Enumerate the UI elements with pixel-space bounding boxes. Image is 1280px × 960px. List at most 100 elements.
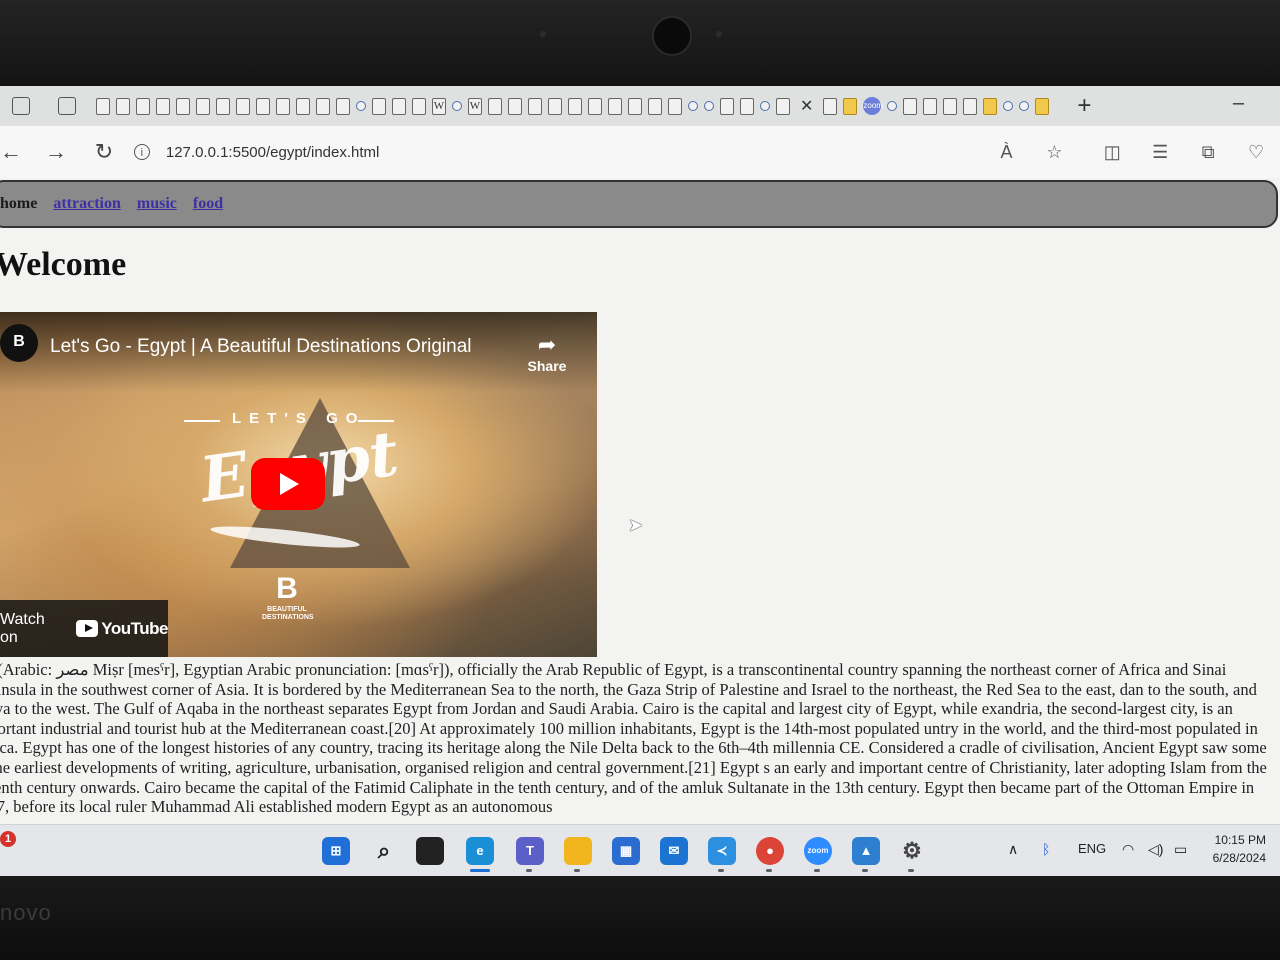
wikipedia-tab-icon[interactable]: W [468,97,482,115]
search-tab-icon[interactable] [688,101,698,111]
tab[interactable] [923,97,938,115]
tab[interactable] [156,97,170,115]
wikipedia-tab-icon[interactable]: W [432,97,446,115]
tab[interactable] [740,97,754,115]
search-icon[interactable]: ⌕ [370,837,398,865]
tab[interactable] [196,97,210,115]
nav-home[interactable]: home [0,195,37,213]
windows-start-icon[interactable]: ⊞ [322,837,350,865]
tab[interactable] [720,97,734,115]
file-explorer-icon[interactable] [564,837,592,865]
url-text[interactable]: 127.0.0.1:5500/egypt/index.html [166,144,380,161]
bluetooth-icon[interactable]: ᛒ [1042,841,1050,857]
tab[interactable] [488,97,502,115]
notification-badge[interactable]: 1 [0,831,16,847]
tray-chevron-up-icon[interactable]: ∧ [1008,841,1018,858]
nav-link-music[interactable]: music [137,195,177,213]
store-icon[interactable]: ▦ [612,837,640,865]
play-button[interactable] [251,458,325,510]
favorite-star-icon[interactable]: ☆ [1030,142,1078,163]
tab-actions-icon[interactable] [58,97,76,115]
read-aloud-icon[interactable]: À [983,142,1031,163]
share-label: Share [527,358,567,374]
video-title[interactable]: Let's Go - Egypt | A Beautiful Destinati… [50,336,472,358]
search-tab-icon[interactable] [1003,101,1014,111]
search-tab-icon[interactable] [760,101,770,111]
tab[interactable] [983,97,998,115]
clock-date: 6/28/2024 [1212,851,1266,865]
wifi-icon[interactable]: ◠ [1122,841,1134,858]
tab[interactable] [648,97,662,115]
tab[interactable] [236,97,250,115]
nav-link-food[interactable]: food [193,195,223,213]
volume-icon[interactable]: ◁) [1148,841,1163,858]
tab[interactable] [276,97,290,115]
search-tab-icon[interactable] [356,101,366,111]
back-icon[interactable]: ← [0,139,22,165]
minimize-icon[interactable]: – [1233,92,1244,115]
search-tab-icon[interactable] [887,101,898,111]
tab[interactable] [216,97,230,115]
photos-icon[interactable]: ▲ [852,837,880,865]
tab-active[interactable] [776,97,790,115]
tab[interactable] [568,97,582,115]
system-clock[interactable]: 10:15 PM 6/28/2024 [1213,831,1266,867]
search-tab-icon[interactable] [704,101,714,111]
tab[interactable] [336,97,350,115]
nav-link-attraction[interactable]: attraction [53,195,121,213]
teams-icon[interactable]: T [516,837,544,865]
tab[interactable] [256,97,270,115]
edge-icon[interactable]: e [466,837,494,865]
settings-gear-icon[interactable]: ⚙ [898,837,926,865]
refresh-icon[interactable]: ↻ [84,139,124,165]
tab[interactable] [316,97,330,115]
chrome-icon[interactable]: ● [756,837,784,865]
favorites-icon[interactable]: ☰ [1136,142,1184,163]
tab[interactable] [903,97,918,115]
tab[interactable] [412,97,426,115]
forward-icon[interactable]: → [36,139,76,165]
youtube-embed[interactable]: B Let's Go - Egypt | A Beautiful Destina… [0,312,597,657]
tab[interactable] [116,97,130,115]
tab[interactable] [843,97,858,115]
youtube-play-icon [75,620,99,637]
tab[interactable] [508,97,522,115]
tab[interactable] [372,97,386,115]
tab[interactable] [528,97,542,115]
tab[interactable] [548,97,562,115]
tab[interactable] [823,97,838,115]
tab[interactable] [136,97,150,115]
tab[interactable] [392,97,406,115]
tab[interactable] [628,97,642,115]
channel-avatar[interactable]: B [0,324,38,362]
battery-icon[interactable]: ▭ [1174,841,1187,858]
close-tab-icon[interactable]: ✕ [800,96,813,116]
zoom-tab-icon[interactable]: zoom [863,97,883,115]
url-field[interactable]: i 127.0.0.1:5500/egypt/index.html [133,144,953,161]
watch-on-youtube-button[interactable]: Watch on YouTube [0,600,168,657]
tab[interactable] [943,97,958,115]
site-info-icon[interactable]: i [133,144,150,160]
language-indicator[interactable]: ENG [1078,841,1106,856]
zoom-app-icon[interactable]: zoom [804,837,832,865]
tab[interactable] [963,97,978,115]
share-button[interactable]: ➦ Share [522,332,572,376]
browser-essentials-icon[interactable]: ♡ [1232,142,1280,163]
tab[interactable] [608,97,622,115]
new-tab-icon[interactable]: + [1077,92,1091,120]
workspaces-icon[interactable] [12,97,30,115]
tab[interactable] [96,97,110,115]
vscode-icon[interactable]: ≺ [708,837,736,865]
laptop-brand-label: novo [0,900,52,925]
tab[interactable] [1035,97,1050,115]
tab[interactable] [176,97,190,115]
search-tab-icon[interactable] [452,101,462,111]
task-view-icon[interactable] [416,837,444,865]
collections-icon[interactable]: ⧉ [1184,142,1232,163]
tab[interactable] [296,97,310,115]
tab[interactable] [668,97,682,115]
mail-icon[interactable]: ✉ [660,837,688,865]
tab[interactable] [588,97,602,115]
split-screen-icon[interactable]: ◫ [1088,142,1136,163]
search-tab-icon[interactable] [1019,101,1030,111]
